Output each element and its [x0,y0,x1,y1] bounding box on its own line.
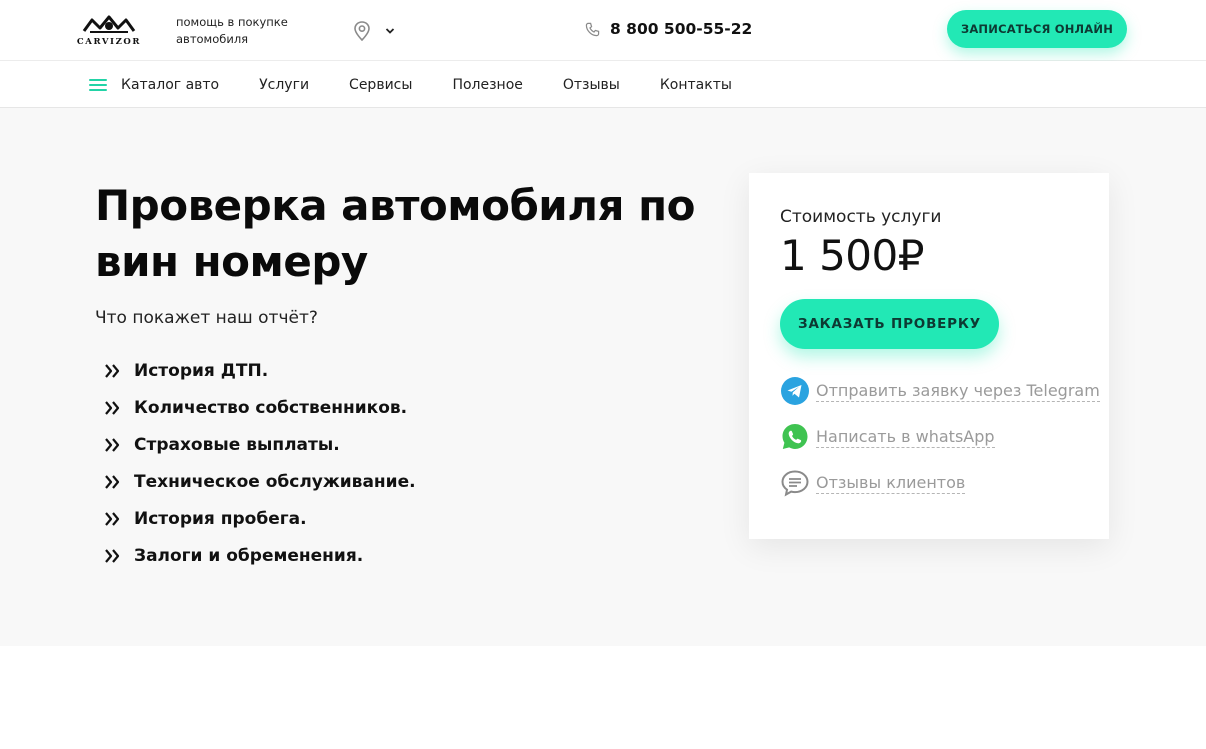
reviews-link[interactable]: Отзывы клиентов [780,460,1100,506]
price-card: Стоимость услуги 1 500₽ ЗАКАЗАТЬ ПРОВЕРК… [749,173,1109,539]
top-header: CARVIZOR помощь в покупке автомобиля 8 8… [0,0,1206,61]
double-chevron-right-icon [105,437,120,452]
speech-bubble-icon [781,470,809,497]
nav-item-catalog[interactable]: Каталог авто [89,77,219,93]
double-chevron-right-icon [105,474,120,489]
feature-text: История ДТП. [134,360,269,381]
list-item: История пробега. [104,500,416,537]
feature-text: Техническое обслуживание. [134,471,416,492]
nav-item-reviews[interactable]: Отзывы [563,77,620,93]
price-label: Стоимость услуги [780,207,942,227]
feature-list: История ДТП. Количество собственников. С… [104,352,416,574]
list-item: Залоги и обременения. [104,537,416,574]
feature-text: Залоги и обременения. [134,545,364,566]
main-nav: Каталог авто Услуги Сервисы Полезное Отз… [0,61,1206,108]
whatsapp-link-text: Написать в whatsApp [816,426,995,448]
list-item: Техническое обслуживание. [104,463,416,500]
feature-text: История пробега. [134,508,307,529]
nav-item-services[interactable]: Услуги [259,77,309,93]
page-title: Проверка автомобиля по вин номеру [95,181,695,286]
hero-subtitle: Что покажет наш отчёт? [95,308,318,328]
list-item: История ДТП. [104,352,416,389]
telegram-link[interactable]: Отправить заявку через Telegram [780,368,1100,414]
nav-item-contacts[interactable]: Контакты [660,77,732,93]
tagline: помощь в покупке автомобиля [176,15,288,46]
contact-links: Отправить заявку через Telegram Написать… [780,368,1100,506]
phone-text: 8 800 500-55-22 [610,20,753,38]
phone-icon [585,22,600,36]
phone-number[interactable]: 8 800 500-55-22 [585,20,752,38]
telegram-icon [781,377,809,405]
feature-text: Количество собственников. [134,397,408,418]
telegram-link-text: Отправить заявку через Telegram [816,380,1100,402]
hero-section: Проверка автомобиля по вин номеру Что по… [0,108,1206,646]
map-pin-icon [354,21,370,41]
logo-text: CARVIZOR [76,37,142,47]
list-item: Количество собственников. [104,389,416,426]
location-selector[interactable] [353,21,395,41]
list-item: Страховые выплаты. [104,426,416,463]
price-value: 1 500₽ [780,231,924,280]
nav-item-tools[interactable]: Сервисы [349,77,412,93]
chevron-down-icon [385,28,395,34]
order-check-button[interactable]: ЗАКАЗАТЬ ПРОВЕРКУ [780,299,999,349]
double-chevron-right-icon [105,511,120,526]
double-chevron-right-icon [105,400,120,415]
whatsapp-icon [782,424,808,449]
carvizor-logo[interactable]: CARVIZOR [76,11,142,47]
whatsapp-link[interactable]: Написать в whatsApp [780,414,1100,460]
double-chevron-right-icon [105,363,120,378]
book-online-button[interactable]: ЗАПИСАТЬСЯ ОНЛАЙН [947,10,1127,48]
nav-item-useful[interactable]: Полезное [452,77,522,93]
feature-text: Страховые выплаты. [134,434,340,455]
hamburger-icon [89,78,107,91]
reviews-link-text: Отзывы клиентов [816,472,966,494]
nav-item-label: Каталог авто [121,76,220,93]
double-chevron-right-icon [105,548,120,563]
logo-emblem-icon [82,15,136,33]
